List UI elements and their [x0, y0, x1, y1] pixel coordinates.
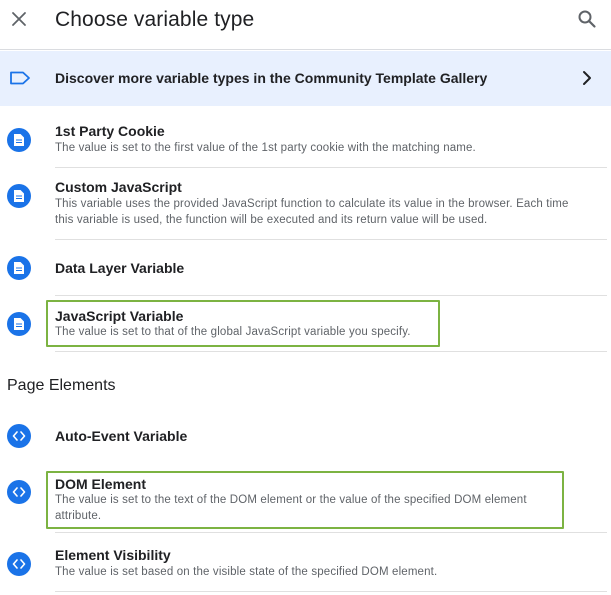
- variable-type-custom-javascript[interactable]: Custom JavaScript This variable uses the…: [0, 168, 611, 239]
- page-title: Choose variable type: [55, 8, 255, 31]
- search-button[interactable]: [574, 6, 600, 32]
- variable-type-element-visibility[interactable]: Element Visibility The value is set base…: [0, 533, 611, 591]
- community-gallery-banner[interactable]: Discover more variable types in the Comm…: [0, 51, 611, 106]
- highlight-box: [46, 471, 564, 529]
- code-brackets-icon: [7, 552, 31, 576]
- label-tag-icon: [10, 71, 30, 85]
- chevron-right-icon: [583, 71, 591, 85]
- variable-type-name: Auto-Event Variable: [55, 428, 188, 444]
- divider: [55, 351, 607, 352]
- banner-text: Discover more variable types in the Comm…: [55, 70, 488, 86]
- variable-type-description: The value is set to the first value of t…: [55, 142, 476, 154]
- variable-type-description: This variable uses the provided JavaScri…: [55, 198, 569, 226]
- variable-type-data-layer-variable[interactable]: Data Layer Variable: [0, 240, 611, 295]
- divider: [55, 591, 607, 592]
- document-icon: [7, 184, 31, 208]
- variable-type-1st-party-cookie[interactable]: 1st Party Cookie The value is set to the…: [0, 107, 611, 167]
- variable-type-name: Element Visibility: [55, 547, 171, 563]
- document-icon: [7, 312, 31, 336]
- close-icon: [12, 12, 26, 26]
- search-icon: [578, 10, 596, 28]
- close-button[interactable]: [6, 5, 32, 33]
- highlight-box: [46, 300, 440, 347]
- dialog-header: Choose variable type: [0, 0, 611, 50]
- variable-type-name: Custom JavaScript: [55, 179, 182, 195]
- variable-type-name: 1st Party Cookie: [55, 123, 165, 139]
- code-brackets-icon: [7, 480, 31, 504]
- section-title-page-elements: Page Elements: [7, 377, 116, 394]
- variable-type-auto-event-variable[interactable]: Auto-Event Variable: [0, 413, 611, 461]
- document-icon: [7, 128, 31, 152]
- code-brackets-icon: [7, 424, 31, 448]
- variable-type-name: Data Layer Variable: [55, 260, 185, 276]
- document-icon: [7, 256, 31, 280]
- variable-type-description: The value is set based on the visible st…: [55, 566, 438, 578]
